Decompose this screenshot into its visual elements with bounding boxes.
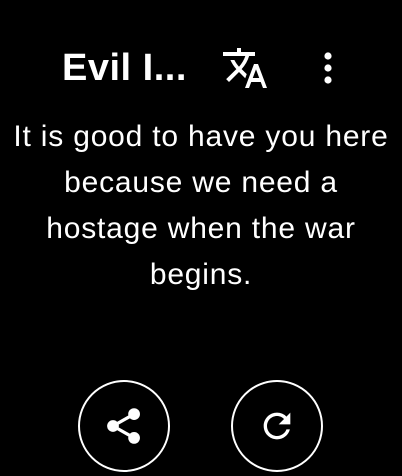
refresh-button[interactable] [231,380,323,472]
refresh-icon [257,406,297,446]
translate-button[interactable] [218,44,272,92]
more-vert-icon [322,50,334,86]
share-button[interactable] [78,380,170,472]
translate-icon [221,44,269,92]
action-bar [0,380,402,476]
quote-text: It is good to have you here because we n… [13,120,389,291]
app-header: Evil I... [0,40,402,96]
page-title: Evil I... [62,48,187,88]
share-icon [102,404,146,448]
overflow-menu-button[interactable] [306,44,350,92]
